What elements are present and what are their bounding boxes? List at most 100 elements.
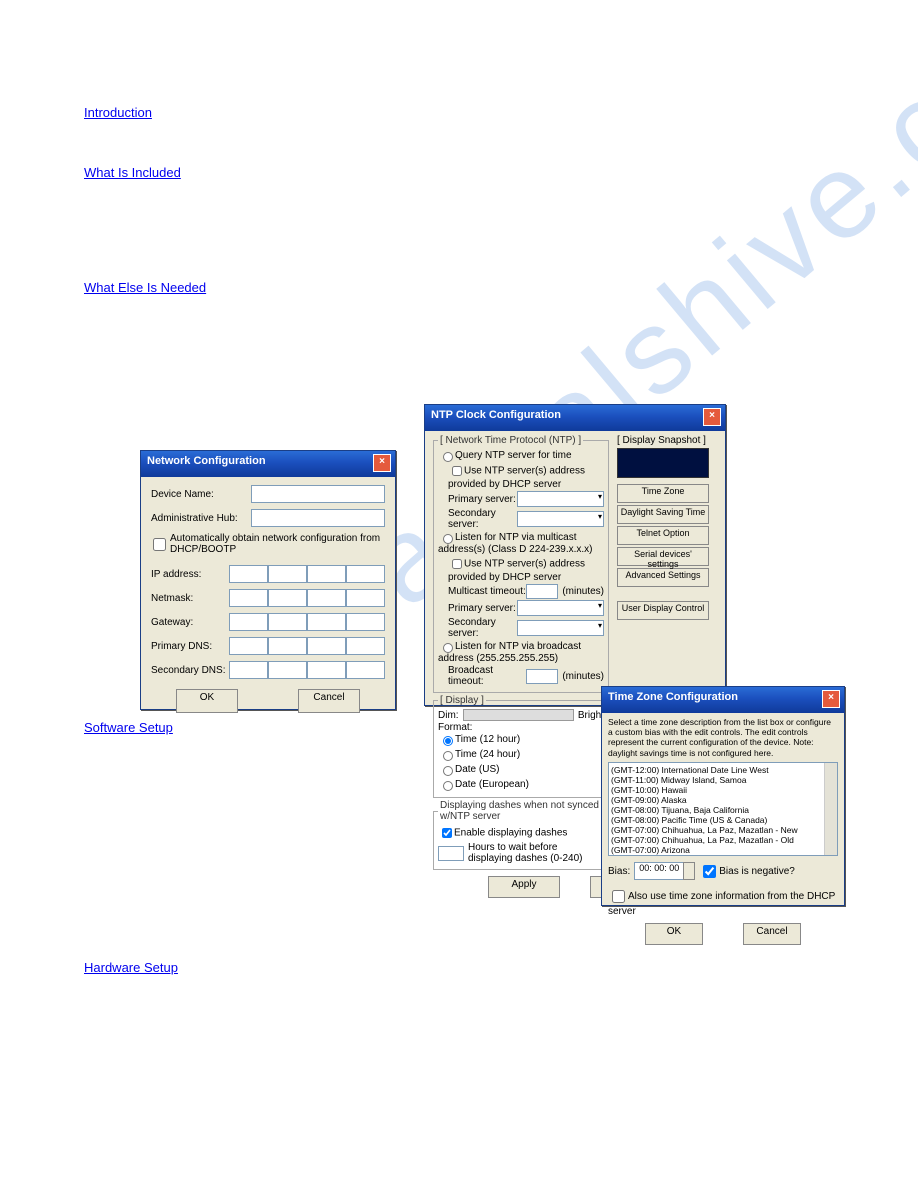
primary-server-label: Primary server: — [448, 494, 517, 505]
admin-hub-label: Administrative Hub: — [151, 513, 251, 524]
scrollbar[interactable] — [824, 763, 837, 855]
bias-input[interactable]: 00: 00: 00 — [634, 862, 684, 880]
ok-button[interactable]: OK — [645, 923, 703, 945]
gateway-input[interactable] — [229, 613, 385, 631]
display-legend: [ Display ] — [438, 695, 486, 706]
primary-server2-select[interactable] — [517, 600, 604, 616]
query-ntp-radio[interactable] — [443, 452, 453, 462]
bias-label: Bias: — [608, 866, 630, 877]
use-dhcp2-checkbox[interactable] — [452, 559, 462, 569]
use-dhcp2-label: Use NTP server(s) address provided by DH… — [448, 558, 585, 583]
section-link-software-setup[interactable]: Software Setup — [84, 720, 173, 735]
format-dateeu-radio[interactable] — [443, 781, 453, 791]
device-name-label: Device Name: — [151, 489, 251, 500]
timezone-config-title: Time Zone Configuration — [608, 691, 738, 703]
close-icon[interactable]: × — [703, 408, 721, 426]
serial-settings-button[interactable]: Serial devices' settings — [617, 547, 709, 566]
dashes-fieldset: Displaying dashes when not synced w/NTP … — [433, 800, 609, 870]
multicast-timeout-label: Multicast timeout: — [448, 586, 526, 597]
hours-wait-label: Hours to wait before displaying dashes (… — [468, 842, 604, 864]
format-dateus-label: Date (US) — [455, 764, 499, 775]
format-time24-label: Time (24 hour) — [455, 749, 520, 760]
device-name-input[interactable] — [251, 485, 385, 503]
ntp-config-titlebar: NTP Clock Configuration × — [425, 405, 725, 431]
auto-dhcp-checkbox[interactable] — [153, 538, 166, 551]
minutes-label2: (minutes) — [562, 671, 604, 682]
list-item[interactable]: (GMT-08:00) Pacific Time (US & Canada) — [611, 815, 835, 825]
display-fieldset: [ Display ] Dim:Bright Format: Time (12 … — [433, 695, 609, 798]
timezone-config-titlebar: Time Zone Configuration × — [602, 687, 844, 713]
close-icon[interactable]: × — [373, 454, 391, 472]
list-item[interactable]: (GMT-07:00) Mountain Time (US & Canada) — [611, 855, 835, 856]
list-item[interactable]: (GMT-12:00) International Date Line West — [611, 765, 835, 775]
dim-label: Dim: — [438, 710, 459, 721]
list-item[interactable]: (GMT-10:00) Hawaii — [611, 785, 835, 795]
listen-broadcast-radio[interactable] — [443, 643, 453, 653]
ntp-fieldset: [ Network Time Protocol (NTP) ] Query NT… — [433, 435, 609, 693]
multicast-timeout-input[interactable] — [526, 584, 558, 599]
admin-hub-input[interactable] — [251, 509, 385, 527]
listen-broadcast-label: Listen for NTP via broadcast address (25… — [438, 641, 581, 664]
timezone-listbox[interactable]: (GMT-12:00) International Date Line West… — [608, 762, 838, 856]
network-config-title: Network Configuration — [147, 455, 266, 467]
also-dhcp-label: Also use time zone information from the … — [608, 891, 835, 917]
format-label: Format: — [438, 722, 604, 733]
secondary-server2-select[interactable] — [517, 620, 604, 636]
user-display-control-button[interactable]: User Display Control — [617, 601, 709, 620]
auto-dhcp-label: Automatically obtain network configurati… — [170, 533, 385, 555]
format-time12-radio[interactable] — [443, 736, 453, 746]
list-item[interactable]: (GMT-08:00) Tijuana, Baja California — [611, 805, 835, 815]
ip-input[interactable] — [229, 565, 385, 583]
netmask-input[interactable] — [229, 589, 385, 607]
listen-multicast-radio[interactable] — [443, 534, 453, 544]
gateway-label: Gateway: — [151, 617, 229, 628]
secondary-server-label: Secondary server: — [448, 508, 517, 530]
dashes-legend: Displaying dashes when not synced w/NTP … — [438, 800, 604, 822]
use-dhcp1-checkbox[interactable] — [452, 466, 462, 476]
hours-wait-input[interactable] — [438, 846, 464, 861]
use-dhcp1-label: Use NTP server(s) address provided by DH… — [448, 465, 585, 490]
secondary-dns-label: Secondary DNS: — [151, 665, 229, 676]
secondary-server-select[interactable] — [517, 511, 604, 527]
section-link-hardware-setup[interactable]: Hardware Setup — [84, 960, 178, 975]
list-item[interactable]: (GMT-11:00) Midway Island, Samoa — [611, 775, 835, 785]
time-zone-button[interactable]: Time Zone — [617, 484, 709, 503]
section-link-included[interactable]: What Is Included — [84, 165, 181, 180]
format-time24-radio[interactable] — [443, 751, 453, 761]
cancel-button[interactable]: Cancel — [298, 689, 360, 713]
broadcast-timeout-input[interactable] — [526, 669, 558, 684]
bias-negative-checkbox[interactable] — [703, 865, 716, 878]
dst-button[interactable]: Daylight Saving Time — [617, 505, 709, 524]
telnet-button[interactable]: Telnet Option — [617, 526, 709, 545]
also-dhcp-checkbox[interactable] — [612, 890, 625, 903]
ok-button[interactable]: OK — [176, 689, 238, 713]
list-item[interactable]: (GMT-09:00) Alaska — [611, 795, 835, 805]
enable-dashes-checkbox[interactable] — [442, 828, 452, 838]
secondary-server-label2: Secondary server: — [448, 617, 517, 639]
cancel-button[interactable]: Cancel — [743, 923, 801, 945]
apply-button[interactable]: Apply — [488, 876, 560, 898]
secondary-dns-input[interactable] — [229, 661, 385, 679]
bias-spinner[interactable] — [683, 862, 695, 880]
list-item[interactable]: (GMT-07:00) Chihuahua, La Paz, Mazatlan … — [611, 825, 835, 835]
format-dateus-radio[interactable] — [443, 766, 453, 776]
bias-negative-label: Bias is negative? — [719, 866, 795, 877]
format-dateeu-label: Date (European) — [455, 779, 529, 790]
list-item[interactable]: (GMT-07:00) Arizona — [611, 845, 835, 855]
brightness-slider[interactable] — [463, 709, 574, 721]
section-link-needed[interactable]: What Else Is Needed — [84, 280, 206, 295]
primary-server-select[interactable] — [517, 491, 604, 507]
list-item[interactable]: (GMT-07:00) Chihuahua, La Paz, Mazatlan … — [611, 835, 835, 845]
primary-dns-input[interactable] — [229, 637, 385, 655]
advanced-settings-button[interactable]: Advanced Settings — [617, 568, 709, 587]
close-icon[interactable]: × — [822, 690, 840, 708]
snapshot-legend: [ Display Snapshot ] — [617, 435, 717, 446]
ntp-config-title: NTP Clock Configuration — [431, 409, 561, 421]
network-config-dialog: Network Configuration × Device Name: Adm… — [140, 450, 396, 710]
timezone-config-dialog: Time Zone Configuration × Select a time … — [601, 686, 845, 906]
section-link-introduction[interactable]: Introduction — [84, 105, 152, 120]
format-time12-label: Time (12 hour) — [455, 734, 520, 745]
primary-dns-label: Primary DNS: — [151, 641, 229, 652]
enable-dashes-label: Enable displaying dashes — [454, 827, 567, 838]
ip-label: IP address: — [151, 569, 229, 580]
